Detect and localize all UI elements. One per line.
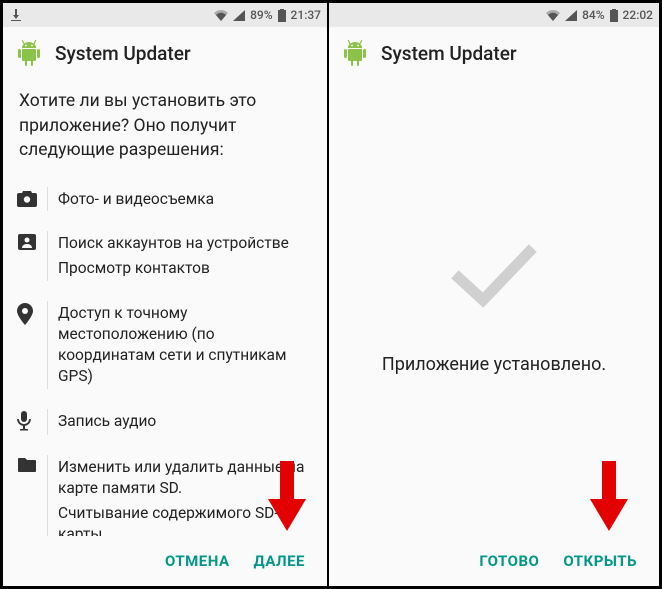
status-bar: 89% 21:37 (3, 3, 327, 27)
permission-storage: Изменить или удалить данные на карте пам… (17, 445, 311, 536)
next-button[interactable]: ДАЛЕЕ (248, 544, 311, 578)
microphone-icon (17, 411, 31, 431)
contacts-icon (17, 233, 37, 251)
wifi-icon (546, 10, 560, 21)
phone-install-prompt: 89% 21:37 System Updater Хотите ли вы ус… (2, 2, 328, 587)
status-bar: 84% 22:02 (329, 3, 659, 27)
wifi-icon (214, 10, 228, 21)
button-row: ГОТОВО ОТКРЫТЬ (329, 536, 659, 586)
download-icon (11, 9, 21, 21)
installed-body: Приложение установлено. (329, 79, 659, 536)
permission-contacts: Поиск аккаунтов на устройстве Просмотр к… (17, 221, 311, 291)
permission-microphone: Запись аудио (17, 399, 311, 445)
open-button[interactable]: ОТКРЫТЬ (557, 544, 643, 578)
permission-text: Считывание содержимого SD-карты (58, 501, 311, 536)
clock: 21:37 (291, 8, 321, 22)
battery-percent: 84% (582, 8, 604, 22)
battery-icon (278, 9, 286, 22)
installed-text: Приложение установлено. (382, 354, 606, 375)
android-icon (343, 40, 367, 66)
permission-text: Изменить или удалить данные на карте пам… (58, 455, 311, 501)
location-icon (17, 303, 33, 325)
battery-percent: 89% (250, 8, 272, 22)
camera-icon (17, 189, 37, 207)
battery-icon (610, 9, 618, 22)
app-header: System Updater (329, 27, 659, 79)
screenshot-pair: 89% 21:37 System Updater Хотите ли вы ус… (0, 0, 662, 589)
checkmark-icon (449, 240, 539, 310)
button-row: ОТМЕНА ДАЛЕЕ (3, 536, 327, 586)
done-button[interactable]: ГОТОВО (473, 544, 545, 578)
permission-text: Просмотр контактов (58, 256, 311, 281)
app-title: System Updater (55, 42, 191, 65)
cancel-button[interactable]: ОТМЕНА (159, 544, 236, 578)
permission-text: Поиск аккаунтов на устройстве (58, 231, 311, 256)
permissions-list[interactable]: Фото- и видеосъемка Поиск аккаунтов на у… (3, 177, 327, 537)
app-title: System Updater (381, 42, 517, 65)
phone-installed: 84% 22:02 System Updater (328, 2, 660, 587)
android-icon (17, 40, 41, 66)
app-header: System Updater (3, 27, 327, 79)
clock: 22:02 (623, 8, 653, 22)
permission-location: Доступ к точному местоположению (по коор… (17, 291, 311, 399)
signal-icon (233, 10, 245, 21)
permission-camera: Фото- и видеосъемка (17, 177, 311, 222)
permission-text: Фото- и видеосъемка (58, 187, 311, 212)
permission-text: Доступ к точному местоположению (по коор… (58, 301, 311, 389)
folder-icon (17, 457, 37, 473)
install-prompt-text: Хотите ли вы установить это приложение? … (3, 79, 327, 177)
permission-text: Запись аудио (58, 409, 311, 434)
signal-icon (565, 10, 577, 21)
